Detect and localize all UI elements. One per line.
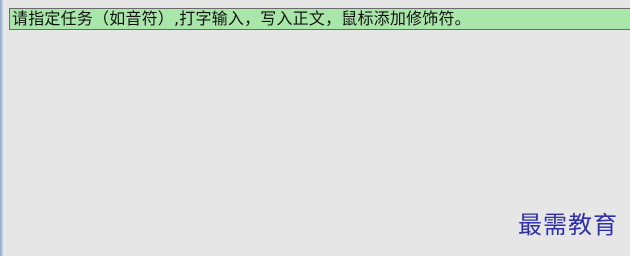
- instruction-prompt-bar: 请指定任务（如音符）,打字输入，写入正文，鼠标添加修饰符。: [9, 8, 630, 30]
- instruction-prompt-text: 请指定任务（如音符）,打字输入，写入正文，鼠标添加修饰符。: [12, 9, 471, 28]
- watermark-logo-text: 最需教育: [518, 211, 618, 239]
- app-canvas: 请指定任务（如音符）,打字输入，写入正文，鼠标添加修饰符。 最需教育: [0, 0, 630, 256]
- window-left-border: [0, 0, 3, 256]
